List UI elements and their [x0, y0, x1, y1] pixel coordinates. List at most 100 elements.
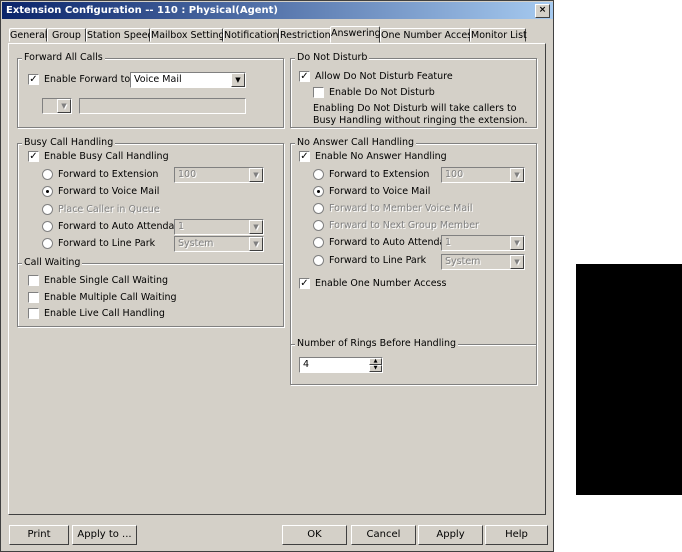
- apply-button[interactable]: Apply: [418, 525, 483, 545]
- na-next-label: Forward to Next Group Member: [329, 220, 479, 231]
- forward-all-title: Forward All Calls: [22, 52, 105, 64]
- live-handling-check[interactable]: [28, 308, 39, 319]
- chevron-down-icon: ▼: [510, 255, 524, 269]
- busy-ext-radio[interactable]: [42, 169, 53, 180]
- enable-busy-label: Enable Busy Call Handling: [44, 151, 169, 162]
- busy-park-label: Forward to Line Park: [58, 238, 156, 249]
- forward-target-dropdown[interactable]: Voice Mail ▼: [130, 72, 246, 88]
- na-park-dropdown: System ▼: [441, 254, 525, 270]
- no-answer-title: No Answer Call Handling: [295, 137, 417, 149]
- busy-queue-label: Place Caller in Queue: [58, 204, 160, 215]
- busy-group: Busy Call Handling ✓ Enable Busy Call Ha…: [17, 137, 284, 327]
- rings-value: 4: [303, 359, 310, 370]
- multiple-waiting-label: Enable Multiple Call Waiting: [44, 292, 177, 303]
- spin-up-icon[interactable]: ▲: [369, 358, 382, 365]
- title-bar[interactable]: Extension Configuration -- 110 : Physica…: [2, 2, 553, 19]
- busy-ext-label: Forward to Extension: [58, 169, 159, 180]
- apply-to-button[interactable]: Apply to ...: [72, 525, 137, 545]
- enable-forward-label: Enable Forward to: [44, 74, 131, 85]
- live-handling-label: Enable Live Call Handling: [44, 308, 165, 319]
- na-ext-label: Forward to Extension: [329, 169, 430, 180]
- forward-all-group: Forward All Calls ✓ Enable Forward to Vo…: [17, 52, 284, 128]
- na-ext-radio[interactable]: [313, 169, 324, 180]
- rings-spinner[interactable]: 4 ▲ ▼: [299, 357, 383, 373]
- tab-one-number-access[interactable]: One Number Access: [380, 28, 477, 42]
- single-waiting-label: Enable Single Call Waiting: [44, 275, 169, 286]
- busy-vm-label: Forward to Voice Mail: [58, 186, 160, 197]
- chevron-down-icon: ▼: [249, 237, 263, 251]
- busy-ext-value: 100: [178, 169, 197, 180]
- dnd-group: Do Not Disturb ✓ Allow Do Not Disturb Fe…: [290, 52, 537, 128]
- na-vm-radio[interactable]: [313, 186, 324, 197]
- na-ext-dropdown: 100 ▼: [441, 167, 525, 183]
- single-waiting-check[interactable]: [28, 275, 39, 286]
- busy-park-value: System: [178, 238, 214, 249]
- close-button[interactable]: ×: [535, 4, 550, 18]
- window-title: Extension Configuration -- 110 : Physica…: [6, 5, 278, 16]
- na-vm-label: Forward to Voice Mail: [329, 186, 431, 197]
- ok-button[interactable]: OK: [282, 525, 347, 545]
- allow-dnd-check[interactable]: ✓: [299, 71, 310, 82]
- tab-general[interactable]: General: [9, 28, 47, 42]
- tab-mailbox-setting[interactable]: Mailbox Setting: [150, 28, 225, 42]
- forward-sub-field: [79, 98, 246, 114]
- na-aa-dropdown: 1 ▼: [441, 235, 525, 251]
- forward-sub-dropdown: ▼: [42, 98, 72, 114]
- na-aa-radio[interactable]: [313, 237, 324, 248]
- forward-target-value: Voice Mail: [134, 74, 182, 85]
- dialog-window: Extension Configuration -- 110 : Physica…: [0, 0, 554, 552]
- chevron-down-icon: ▼: [510, 168, 524, 182]
- rings-title: Number of Rings Before Handling: [295, 338, 459, 350]
- na-ext-value: 100: [445, 169, 464, 180]
- enable-forward-check[interactable]: ✓: [28, 74, 39, 85]
- tab-notification[interactable]: Notification: [223, 28, 279, 42]
- na-park-value: System: [445, 256, 481, 267]
- spin-down-icon[interactable]: ▼: [369, 365, 382, 372]
- busy-vm-radio[interactable]: [42, 186, 53, 197]
- na-next-radio: [313, 220, 324, 231]
- enable-dnd-label: Enable Do Not Disturb: [329, 87, 435, 98]
- tab-group[interactable]: Group: [47, 28, 86, 42]
- enable-busy-check[interactable]: ✓: [28, 151, 39, 162]
- chevron-down-icon: ▼: [249, 168, 263, 182]
- one-number-access-check[interactable]: ✓: [299, 278, 310, 289]
- help-button[interactable]: Help: [485, 525, 548, 545]
- busy-aa-dropdown: 1 ▼: [174, 219, 264, 235]
- na-member-vm-radio: [313, 203, 324, 214]
- enable-no-answer-check[interactable]: ✓: [299, 151, 310, 162]
- call-waiting-title: Call Waiting: [22, 257, 83, 269]
- no-answer-group: No Answer Call Handling ✓ Enable No Answ…: [290, 137, 537, 385]
- black-panel: [576, 264, 682, 495]
- busy-ext-dropdown: 100 ▼: [174, 167, 264, 183]
- dnd-note-line1: Enabling Do Not Disturb will take caller…: [313, 103, 517, 114]
- na-aa-label: Forward to Auto Attendant: [329, 237, 456, 248]
- chevron-down-icon: ▼: [57, 99, 71, 113]
- answering-panel: Forward All Calls ✓ Enable Forward to Vo…: [8, 43, 546, 515]
- na-aa-value: 1: [445, 237, 452, 248]
- tab-answering[interactable]: Answering: [330, 26, 381, 43]
- chevron-down-icon: ▼: [510, 236, 524, 250]
- na-park-radio[interactable]: [313, 255, 324, 266]
- busy-aa-radio[interactable]: [42, 221, 53, 232]
- tab-station-speed[interactable]: Station Speed: [86, 28, 154, 42]
- busy-aa-value: 1: [178, 221, 185, 232]
- print-button[interactable]: Print: [9, 525, 69, 545]
- tab-restriction[interactable]: Restriction: [279, 28, 331, 42]
- tab-monitor-list[interactable]: Monitor List: [470, 28, 527, 42]
- dnd-note-line2: Busy Handling without ringing the extens…: [313, 115, 528, 126]
- enable-dnd-check[interactable]: [313, 87, 324, 98]
- chevron-down-icon: ▼: [249, 220, 263, 234]
- multiple-waiting-check[interactable]: [28, 292, 39, 303]
- na-member-vm-label: Forward to Member Voice Mail: [329, 203, 473, 214]
- busy-queue-radio: [42, 204, 53, 215]
- dnd-title: Do Not Disturb: [295, 52, 370, 64]
- busy-title: Busy Call Handling: [22, 137, 116, 149]
- enable-no-answer-label: Enable No Answer Handling: [315, 151, 447, 162]
- busy-park-dropdown: System ▼: [174, 236, 264, 252]
- one-number-access-label: Enable One Number Access: [315, 278, 447, 289]
- cancel-button[interactable]: Cancel: [351, 525, 416, 545]
- chevron-down-icon[interactable]: ▼: [231, 73, 245, 87]
- na-park-label: Forward to Line Park: [329, 255, 427, 266]
- allow-dnd-label: Allow Do Not Disturb Feature: [315, 71, 453, 82]
- busy-park-radio[interactable]: [42, 238, 53, 249]
